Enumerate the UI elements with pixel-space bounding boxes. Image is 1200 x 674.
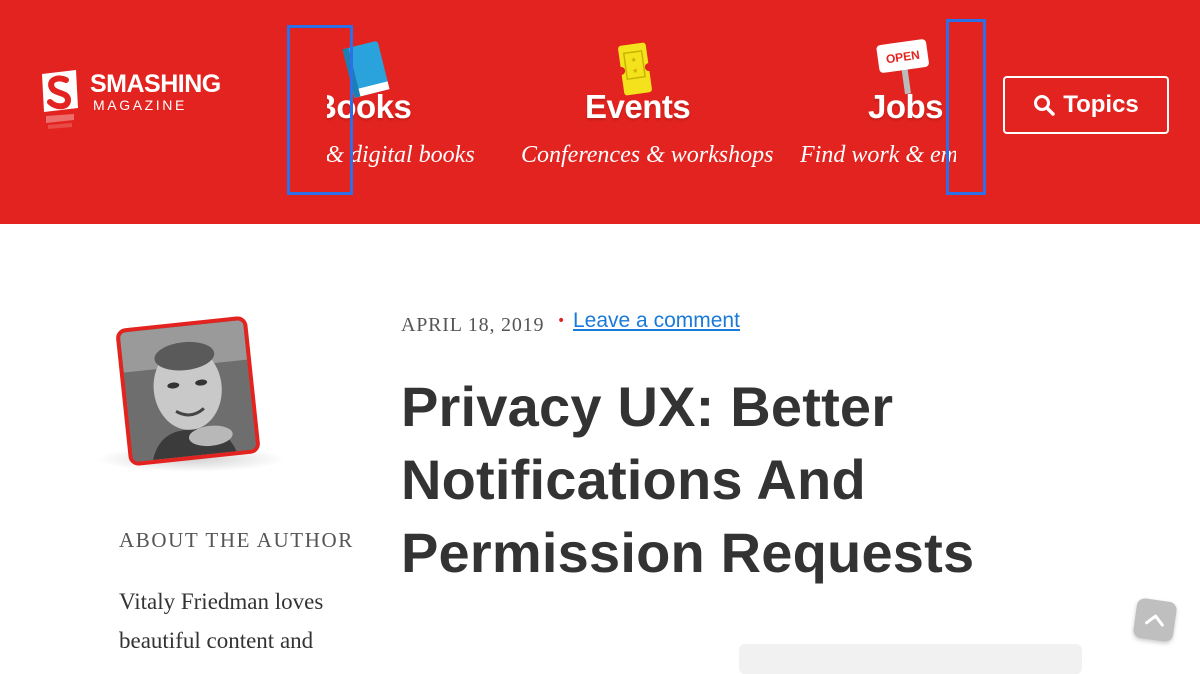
nav-jobs-subtitle: Find work & employees — [800, 142, 956, 168]
highlight-box-right — [946, 19, 986, 195]
highlight-box-left — [287, 25, 353, 195]
svg-text:★: ★ — [630, 56, 637, 65]
leave-comment-link[interactable]: Leave a comment — [573, 309, 740, 333]
site-header: SMASHING MAGAZINE Books Print & digital … — [0, 0, 1200, 224]
nav-events-title: Events — [585, 88, 691, 125]
nav-events[interactable]: ★ ★ Events Conferences & workshops — [515, 0, 775, 224]
side-panel — [739, 644, 1082, 674]
author-bio: Vitaly Friedman loves beautiful content … — [119, 589, 324, 653]
scroll-to-top-button[interactable] — [1132, 597, 1178, 643]
nav-events-subtitle: Conferences & workshops — [521, 142, 774, 168]
search-icon — [1034, 95, 1055, 116]
logo-title: SMASHING — [90, 70, 221, 98]
smashing-logo[interactable]: SMASHING MAGAZINE — [36, 68, 236, 138]
about-author-heading: ABOUT THE AUTHOR — [119, 528, 354, 552]
logo-subtitle: MAGAZINE — [93, 97, 187, 113]
chevron-up-icon — [1145, 614, 1164, 627]
article-title: Privacy UX: Better Notifications And Per… — [401, 375, 975, 584]
author-avatar[interactable] — [115, 315, 261, 467]
meta-separator: • — [557, 313, 566, 329]
article-date: APRIL 18, 2019 — [401, 314, 545, 336]
logo-mark-icon — [42, 70, 78, 129]
nav-jobs[interactable]: OPEN Jobs Find work & employees — [800, 0, 960, 224]
nav-jobs-title: Jobs — [868, 88, 944, 125]
author-portrait — [119, 319, 257, 463]
topics-button[interactable]: Topics — [1003, 76, 1169, 134]
topics-label: Topics — [1063, 91, 1139, 118]
svg-text:★: ★ — [632, 67, 639, 76]
